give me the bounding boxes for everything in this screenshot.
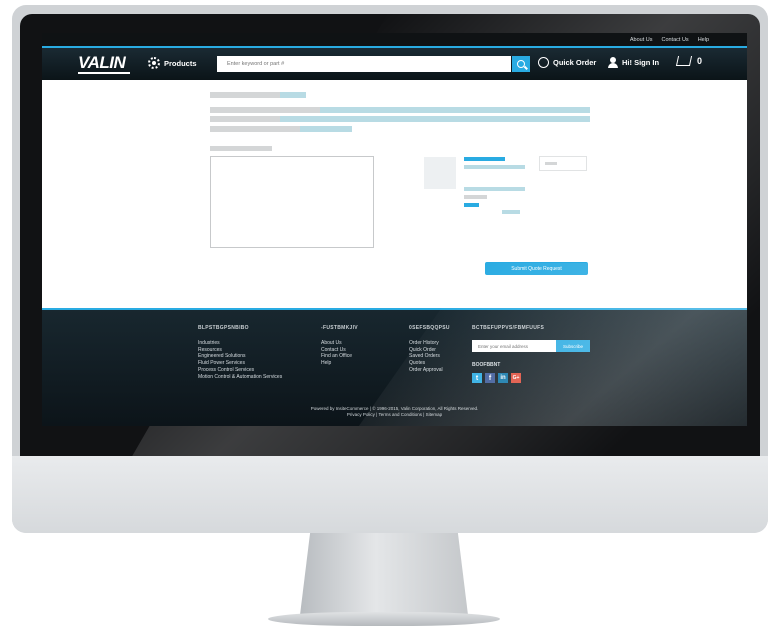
logo-underline [78, 72, 130, 74]
user-icon [608, 57, 618, 68]
twitter-icon[interactable]: t [472, 373, 482, 383]
product-link-placeholder [464, 203, 479, 207]
footer-col-newsletter: BCTBEFUPPVS/FBMFUUFS [472, 325, 544, 340]
monitor-chin [12, 456, 768, 533]
quick-order-label: Quick Order [553, 58, 597, 67]
text-line-placeholder [210, 107, 320, 113]
footer-col-company: -FUSTBMKJIV About Us Contact Us Find an … [321, 325, 358, 367]
site-header: VALIN Products Quick Order Hi! Sign In 0 [42, 46, 747, 80]
quantity-value-placeholder [545, 162, 557, 165]
footer-col-heading: 0SEFSBQQPSU [409, 325, 450, 331]
stopwatch-icon [538, 57, 549, 68]
footer-link[interactable]: Order Approval [409, 367, 450, 374]
footer-col-orders: 0SEFSBQQPSU Order History Quick Order Sa… [409, 325, 450, 374]
products-menu-button[interactable]: Products [148, 57, 197, 69]
products-label: Products [164, 58, 197, 68]
footer-col-heading: -FUSTBMKJIV [321, 325, 358, 331]
help-link[interactable]: Help [698, 37, 709, 43]
product-thumbnail [424, 157, 456, 189]
text-line-placeholder [320, 107, 590, 113]
page-title-placeholder-accent [280, 92, 306, 98]
quick-order-button[interactable]: Quick Order [538, 57, 596, 68]
footer-link[interactable]: Motion Control & Automation Services [198, 374, 282, 381]
footer-link[interactable]: Industries [198, 340, 282, 347]
footer-link[interactable]: Quotes [409, 360, 450, 367]
gear-icon [148, 57, 160, 69]
text-line-placeholder [300, 126, 352, 132]
footer-link[interactable]: Quick Order [409, 347, 450, 354]
cart-button[interactable]: 0 [675, 56, 703, 66]
footer-link[interactable]: Order History [409, 340, 450, 347]
product-price-placeholder [502, 210, 520, 214]
footer-link[interactable]: Process Control Services [198, 367, 282, 374]
search-icon [517, 60, 525, 68]
footer-link[interactable]: Resources [198, 347, 282, 354]
utility-bar: About Us Contact Us Help [42, 33, 747, 46]
footer-link[interactable]: Contact Us [321, 347, 358, 354]
sign-in-button[interactable]: Hi! Sign In [608, 57, 659, 68]
google-plus-icon[interactable]: G+ [511, 373, 521, 383]
product-detail-placeholder [464, 195, 487, 199]
text-line-placeholder [280, 116, 590, 122]
submit-quote-request-button[interactable]: Submit Quote Request [485, 262, 588, 275]
footer-social-heading: BOOFBBNT [472, 362, 501, 368]
subscribe-button[interactable]: Subscribe [556, 340, 590, 352]
monitor-mockup: About Us Contact Us Help VALIN Products … [0, 0, 770, 631]
linkedin-icon[interactable]: in [498, 373, 508, 383]
newsletter-email-input[interactable]: Enter your email address [472, 340, 556, 352]
footer-col-heading: BCTBEFUPPVS/FBMFUUFS [472, 325, 545, 331]
sign-in-label: Hi! Sign In [622, 58, 660, 67]
footer-col-heading: BLPSTBGPSNBIBO [198, 325, 249, 331]
footer-link[interactable]: Help [321, 360, 358, 367]
contact-us-link[interactable]: Contact Us [661, 37, 688, 43]
text-line-placeholder [210, 116, 280, 122]
product-detail-placeholder [464, 187, 525, 191]
copyright-text: Powered by InsiteCommerce | © 1996-2015,… [42, 406, 747, 418]
valin-logo[interactable]: VALIN [78, 53, 126, 73]
footer-link[interactable]: Saved Orders [409, 353, 450, 360]
notes-textarea[interactable] [210, 156, 374, 248]
about-us-link[interactable]: About Us [630, 37, 653, 43]
footer-link[interactable]: About Us [321, 340, 358, 347]
product-detail-placeholder [464, 165, 525, 169]
screen: About Us Contact Us Help VALIN Products … [42, 33, 747, 426]
footer-link[interactable]: Engineered Solutions [198, 353, 282, 360]
search-button[interactable] [512, 56, 530, 72]
site-footer: BLPSTBGPSNBIBO Industries Resources Engi… [42, 308, 747, 426]
cart-count: 0 [697, 56, 703, 66]
legal-links[interactable]: Privacy Policy | Terms and Conditions | … [42, 412, 747, 418]
facebook-icon[interactable]: f [485, 373, 495, 383]
text-line-placeholder [210, 126, 300, 132]
field-label-placeholder [210, 146, 272, 151]
footer-link[interactable]: Find an Office [321, 353, 358, 360]
product-name-placeholder [464, 157, 505, 161]
search-input[interactable] [217, 56, 511, 72]
monitor-stand-base [268, 612, 500, 626]
cart-icon [675, 56, 693, 66]
monitor-stand-neck [300, 533, 468, 615]
page-title-placeholder [210, 92, 280, 98]
footer-link[interactable]: Fluid Power Services [198, 360, 282, 367]
footer-col-about: BLPSTBGPSNBIBO Industries Resources Engi… [198, 325, 282, 381]
